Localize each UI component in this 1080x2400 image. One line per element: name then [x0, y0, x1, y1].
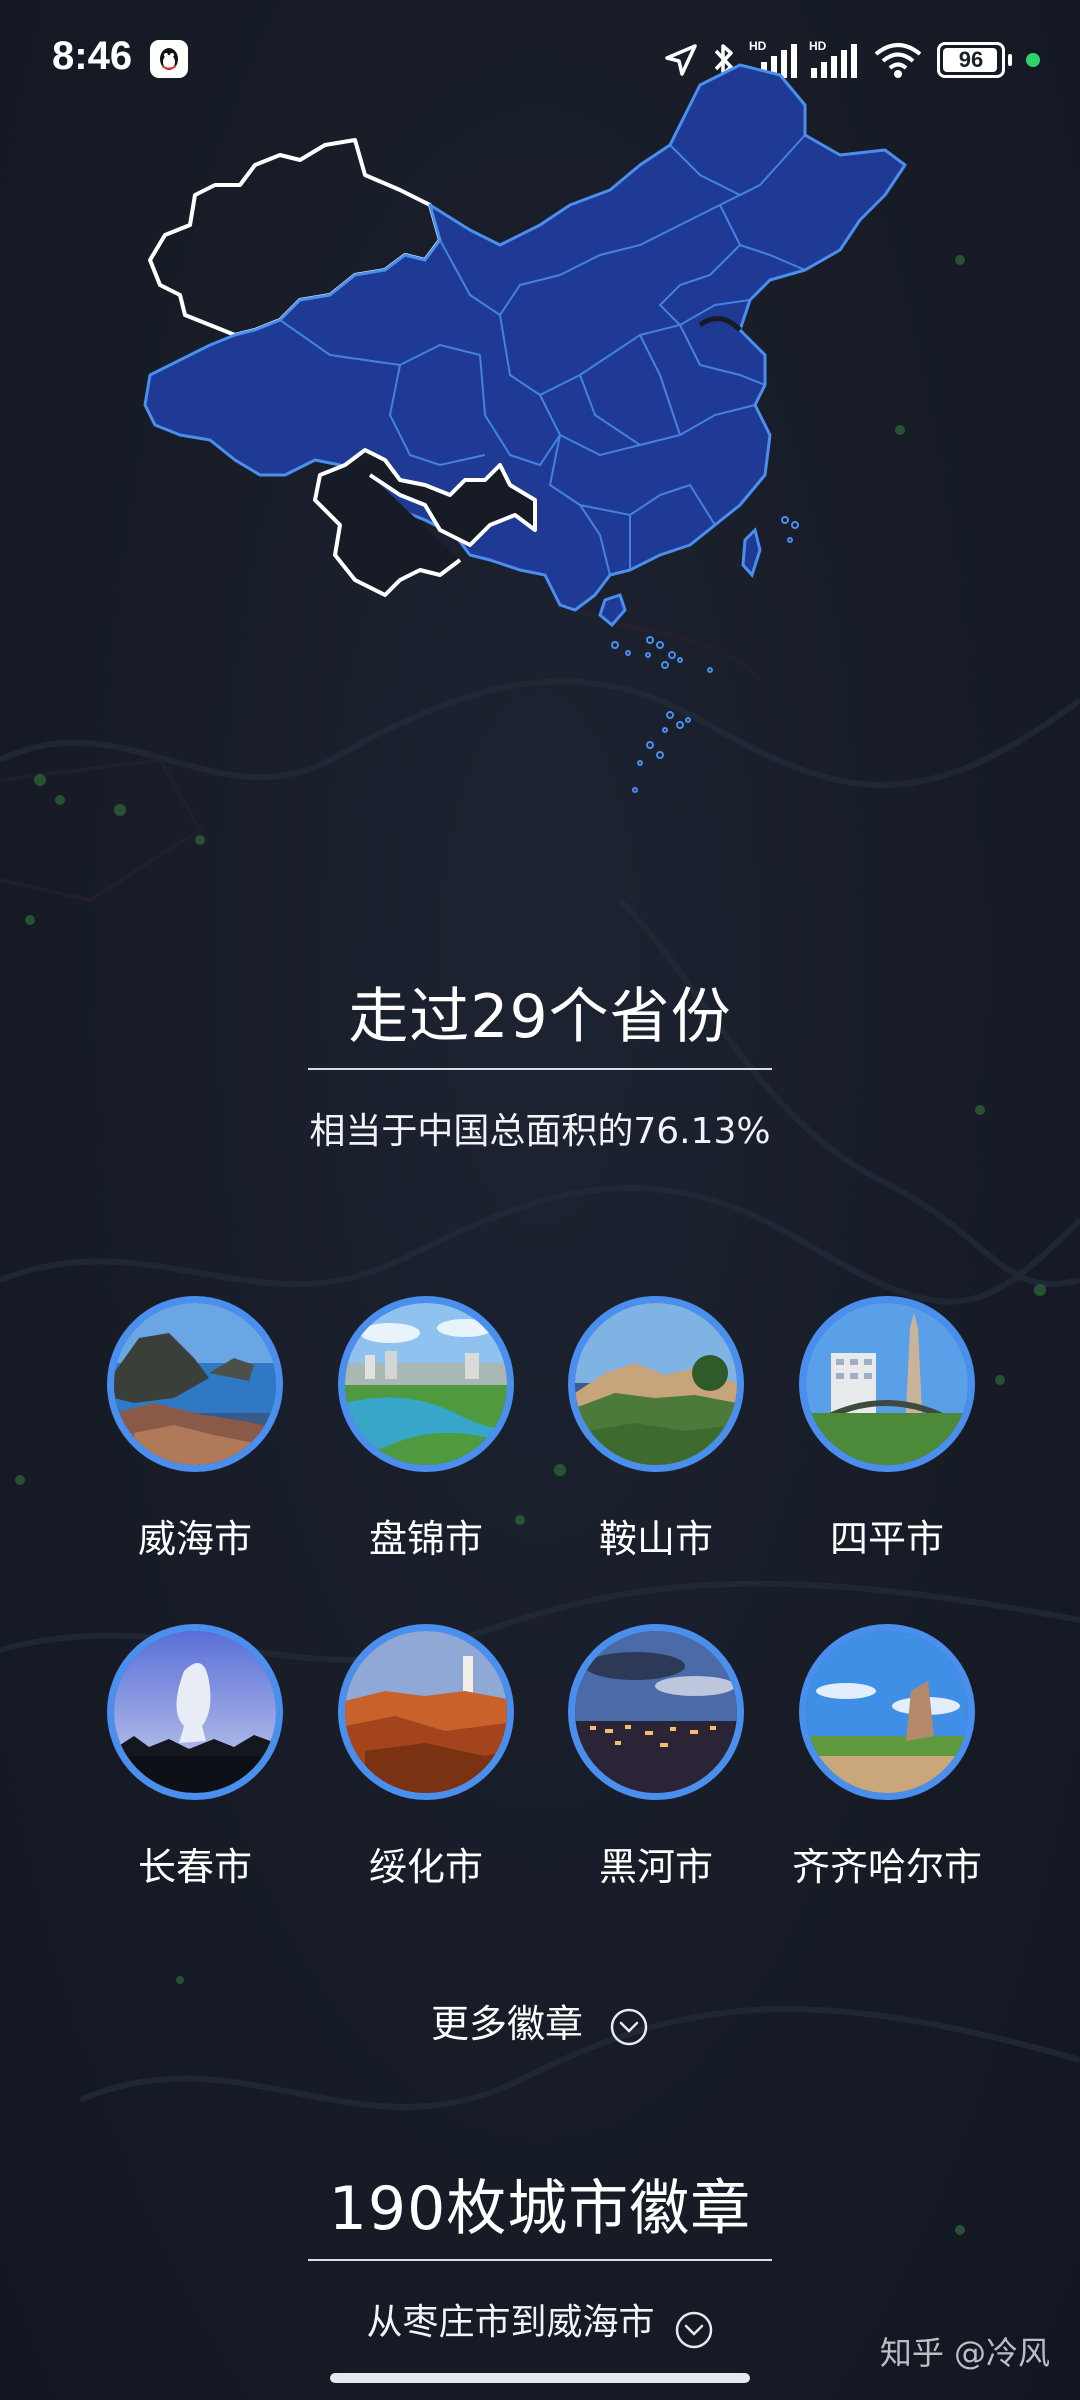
- provinces-subtitle: 相当于中国总面积的76.13%: [309, 1111, 771, 1152]
- city-badges-title-wrap: 190枚城市徽章: [0, 2160, 1080, 2247]
- badge-image-panjin: [338, 1296, 514, 1472]
- provinces-divider: [308, 1068, 772, 1070]
- battery-cap: [1008, 54, 1012, 66]
- more-badges-label: 更多徽章: [430, 2002, 583, 2046]
- svg-text:HD: HD: [749, 39, 767, 53]
- city-badges-divider: [308, 2259, 772, 2261]
- chevron-down-icon: [610, 2008, 648, 2045]
- svg-text:HD: HD: [809, 39, 827, 53]
- gesture-home-bar[interactable]: [330, 2373, 750, 2383]
- badge-image-heihe: [568, 1624, 744, 1800]
- city-badges-title: 190枚城市徽章: [328, 2174, 752, 2244]
- visited-region-mainland: [143, 63, 907, 612]
- visited-region-taiwan: [741, 527, 762, 578]
- badge-heihe[interactable]: 黑河市: [568, 1624, 744, 1891]
- footprint-screen: 8:46 HD HD 96 走过29个省份 相当于中国总面积的76.13% 威海…: [0, 0, 1080, 2400]
- badge-label: 绥化市: [368, 1845, 483, 1889]
- badge-label: 四平市: [829, 1517, 944, 1561]
- badge-image-qiqihar: [799, 1624, 975, 1800]
- privacy-dot-icon: [1026, 53, 1040, 67]
- provinces-subtitle-wrap: 相当于中国总面积的76.13%: [0, 1102, 1080, 1154]
- zhihu-watermark: 知乎 @冷风: [879, 2334, 1050, 2372]
- badge-suihua[interactable]: 绥化市: [338, 1624, 514, 1891]
- battery-icon: 96: [937, 42, 1005, 78]
- visited-region-hainan: [598, 593, 627, 628]
- more-badges-link[interactable]: 更多徽章: [0, 1993, 1080, 2048]
- badge-image-suihua: [338, 1624, 514, 1800]
- badge-siping[interactable]: 四平市: [799, 1296, 975, 1563]
- badge-image-siping: [799, 1296, 975, 1472]
- battery-percent: 96: [958, 47, 984, 72]
- badge-label: 盘锦市: [368, 1517, 483, 1561]
- badge-panjin[interactable]: 盘锦市: [338, 1296, 514, 1563]
- china-footprint-map: [143, 63, 907, 793]
- chevron-down-icon: [675, 2311, 712, 2348]
- badge-image-changchun: [107, 1624, 283, 1800]
- badge-weihai[interactable]: 威海市: [107, 1296, 283, 1563]
- badge-label: 齐齐哈尔市: [791, 1845, 982, 1889]
- badge-label: 黑河市: [598, 1845, 713, 1889]
- badge-label: 鞍山市: [598, 1517, 713, 1561]
- badge-label: 威海市: [137, 1517, 252, 1561]
- provinces-title-wrap: 走过29个省份: [0, 968, 1080, 1055]
- badge-qiqihar[interactable]: 齐齐哈尔市: [792, 1624, 982, 1891]
- status-time: 8:46: [52, 34, 133, 78]
- badge-image-anshan: [568, 1296, 744, 1472]
- badge-label: 长春市: [137, 1845, 252, 1889]
- badge-changchun[interactable]: 长春市: [107, 1624, 283, 1891]
- badge-anshan[interactable]: 鞍山市: [568, 1296, 744, 1563]
- badge-image-weihai: [107, 1296, 283, 1472]
- provinces-title: 走过29个省份: [348, 982, 732, 1052]
- city-badges-subtitle: 从枣庄市到威海市: [366, 2302, 655, 2343]
